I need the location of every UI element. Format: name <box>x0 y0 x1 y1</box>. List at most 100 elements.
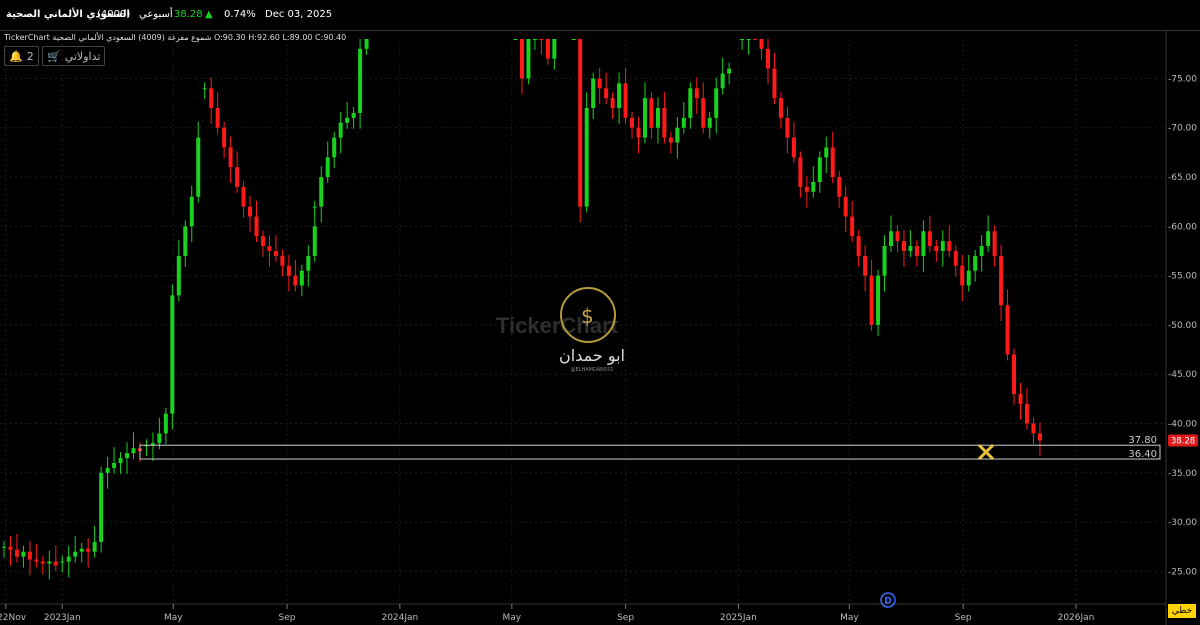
candle-down <box>1037 433 1042 441</box>
candle-down <box>798 157 803 187</box>
candle-up <box>202 88 207 90</box>
candle-down <box>934 246 939 251</box>
candle-down <box>843 196 848 217</box>
candle-up <box>526 39 531 79</box>
candle-up <box>176 255 181 296</box>
candle-down <box>578 39 583 207</box>
candle-up <box>189 196 194 227</box>
candle-down <box>1012 354 1017 394</box>
candle-up <box>642 98 647 138</box>
candle-down <box>772 68 777 99</box>
y-tick-label: -65.00 <box>1168 173 1197 183</box>
candle-down <box>1031 423 1036 434</box>
candle-up <box>817 157 822 182</box>
y-tick-label: -30.00 <box>1168 518 1197 528</box>
y-tick-label: -40.00 <box>1168 420 1197 430</box>
candle-up <box>364 39 369 49</box>
candle-down <box>86 548 91 552</box>
x-tick-label: 2022Nov <box>0 613 27 623</box>
y-tick-label: -35.00 <box>1168 469 1197 479</box>
candle-up <box>358 48 363 113</box>
candle-up <box>966 270 971 286</box>
candle-up <box>47 561 52 564</box>
candle-down <box>241 186 246 207</box>
y-tick-label: -55.00 <box>1168 272 1197 282</box>
candle-up <box>532 39 537 40</box>
candle-up <box>66 556 71 562</box>
y-tick-label: -60.00 <box>1168 222 1197 232</box>
x-tick-label: 2025Jan <box>720 613 757 623</box>
candle-up <box>876 275 881 325</box>
candle-down <box>662 108 667 138</box>
candle-down <box>235 167 240 187</box>
candle-down <box>753 39 758 40</box>
price-chart[interactable]: TickerChart $ ابو حمدان @ELHAMDAN551 37.… <box>0 31 1200 625</box>
candle-up <box>655 108 660 128</box>
candle-down <box>1024 403 1029 424</box>
legend-open: O:90.30 <box>213 33 246 42</box>
candle-down <box>630 117 635 128</box>
candle-down <box>759 39 764 49</box>
y-tick-label: -25.00 <box>1168 567 1197 577</box>
chart-type-button[interactable]: خطي <box>1168 604 1196 618</box>
alerts-button[interactable]: 🔔 2 <box>4 46 39 66</box>
candle-up <box>163 413 168 434</box>
candle-down <box>34 559 39 562</box>
logo-subtext: @ELHAMDAN551 <box>571 367 614 373</box>
quote-date: Dec 03, 2025 <box>265 9 333 20</box>
support-upper-label: 37.80 <box>1128 435 1157 446</box>
candle-up <box>79 548 84 552</box>
candle-down <box>791 137 796 158</box>
candle-down <box>778 98 783 118</box>
candle-down <box>248 206 253 217</box>
candle-up <box>351 112 356 118</box>
candle-down <box>8 546 13 550</box>
candle-up <box>908 246 913 251</box>
x-tick-label: 2024Jan <box>381 613 418 623</box>
legend-source: TickerChart <box>4 33 50 42</box>
candle-up <box>688 88 693 118</box>
x-tick-label: Sep <box>279 613 296 623</box>
period-label[interactable]: أسبوعي <box>139 9 173 20</box>
candle-up <box>319 177 324 207</box>
up-arrow-icon: ▲ <box>205 9 213 20</box>
candle-down <box>597 78 602 89</box>
candle-down <box>623 83 628 118</box>
candle-down <box>222 127 227 148</box>
candle-down <box>604 88 609 99</box>
candle-down <box>14 549 19 557</box>
candle-up <box>92 541 97 552</box>
y-tick-label: -70.00 <box>1168 124 1197 134</box>
dividend-marker-label: D <box>884 597 891 607</box>
support-box <box>139 444 1161 460</box>
candle-down <box>850 216 855 237</box>
candle-up <box>824 147 829 158</box>
portfolio-button[interactable]: 🛒 تداولاتي <box>42 46 106 66</box>
candle-down <box>27 551 32 560</box>
candle-down <box>286 265 291 276</box>
candle-down <box>209 88 214 109</box>
candle-down <box>280 255 285 266</box>
candle-up <box>552 39 557 59</box>
candle-down <box>1018 393 1023 404</box>
candle-up <box>707 117 712 128</box>
candles <box>2 39 1042 580</box>
y-tick-label: -75.00 <box>1168 74 1197 84</box>
candle-up <box>921 231 926 256</box>
last-price: 38.28 <box>174 9 203 20</box>
last-price-tag-label: 38.28 <box>1171 436 1195 446</box>
legend-close: C:90.40 <box>315 33 347 42</box>
candle-up <box>170 295 175 414</box>
candle-up <box>973 255 978 271</box>
candle-up <box>157 433 162 444</box>
candle-down <box>293 275 298 286</box>
candle-down <box>895 231 900 242</box>
candle-down <box>701 98 706 128</box>
candle-down <box>804 186 809 192</box>
dollar-icon: $ <box>581 304 594 328</box>
x-tick-label: 2026Jan <box>1058 613 1095 623</box>
candle-down <box>765 48 770 69</box>
candle-up <box>681 117 686 128</box>
candle-down <box>273 250 278 256</box>
x-tick-label: Sep <box>617 613 634 623</box>
